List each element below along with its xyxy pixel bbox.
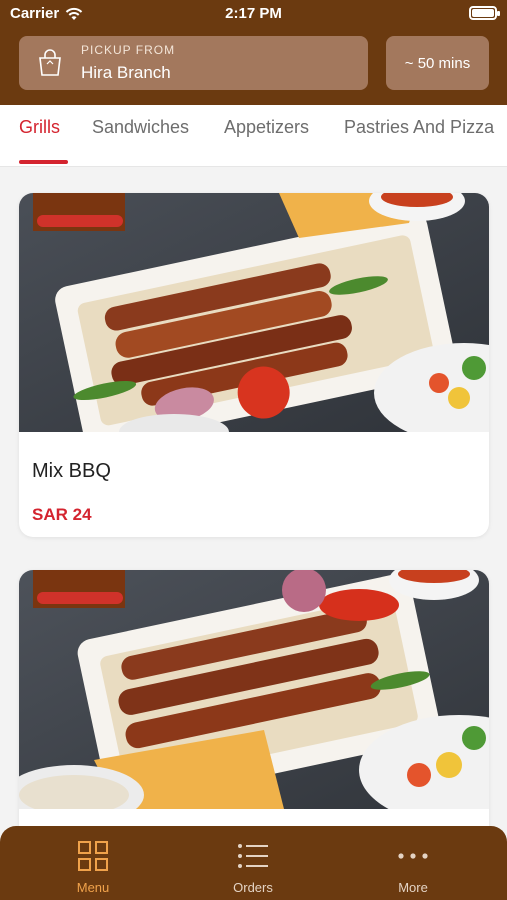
- nav-menu[interactable]: Menu: [33, 826, 153, 900]
- eta-label: ~ 50 mins: [404, 54, 471, 72]
- more-dots-icon: [398, 853, 428, 859]
- nav-more-label: More: [398, 880, 428, 895]
- item-name: Mix BBQ: [32, 460, 111, 482]
- shopping-bag-icon: [39, 49, 61, 76]
- item-photo: [19, 570, 489, 809]
- category-tabs: Grills Sandwiches Appetizers Pastries An…: [0, 105, 507, 167]
- tab-pastries-and-pizza[interactable]: Pastries And Pizza: [344, 117, 494, 138]
- app-header: Carrier 2:17 PM PICKUP FROM Hira Branch …: [0, 0, 507, 105]
- item-photo: [19, 193, 489, 432]
- menu-item-card[interactable]: Mix BBQ SAR 24: [19, 193, 489, 537]
- battery-icon: [469, 6, 500, 20]
- list-icon: [238, 844, 268, 868]
- status-bar: Carrier 2:17 PM: [0, 0, 507, 28]
- clock: 2:17 PM: [225, 5, 282, 22]
- tab-appetizers[interactable]: Appetizers: [224, 117, 309, 138]
- eta-button[interactable]: ~ 50 mins: [386, 36, 489, 90]
- grid-icon: [78, 841, 108, 871]
- nav-orders-label: Orders: [233, 880, 273, 895]
- pickup-label: PICKUP FROM: [81, 43, 176, 57]
- bottom-navigation: Menu Orders More: [0, 826, 507, 900]
- item-price: SAR 24: [32, 505, 92, 524]
- nav-more[interactable]: More: [353, 826, 473, 900]
- nav-menu-label: Menu: [76, 880, 110, 895]
- branch-name: Hira Branch: [81, 63, 171, 82]
- tab-sandwiches[interactable]: Sandwiches: [92, 117, 189, 138]
- pickup-branch-selector[interactable]: PICKUP FROM Hira Branch: [19, 36, 368, 90]
- active-tab-indicator: [19, 160, 68, 164]
- nav-orders[interactable]: Orders: [193, 826, 313, 900]
- tab-grills[interactable]: Grills: [19, 117, 60, 138]
